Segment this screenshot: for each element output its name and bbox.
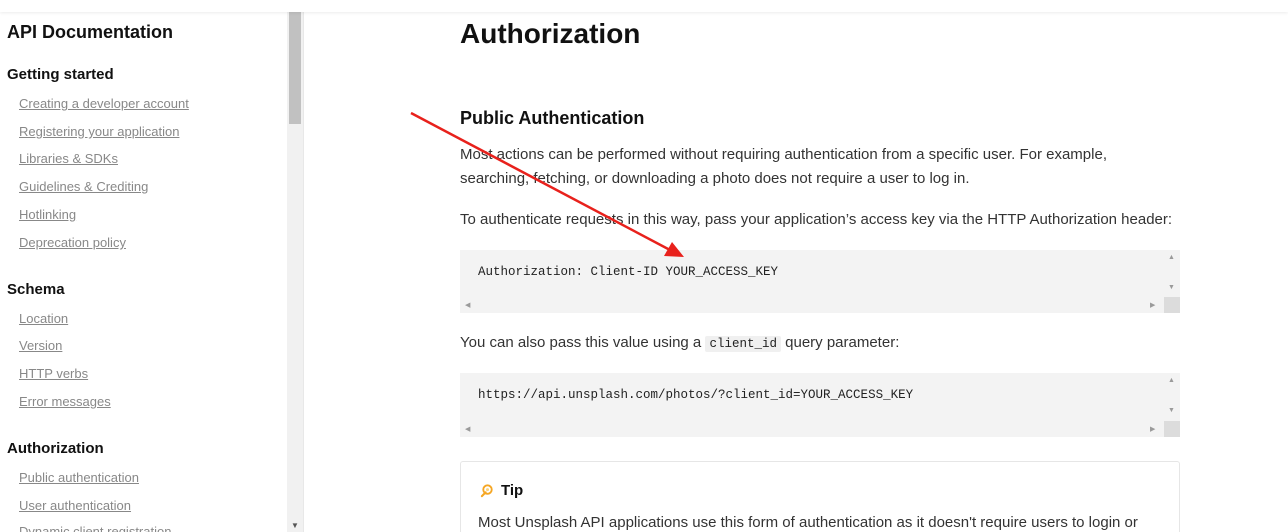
sidebar-link-dynamic-client-registration[interactable]: Dynamic client registration	[19, 524, 171, 532]
code-block-client-id-url: https://api.unsplash.com/photos/?client_…	[460, 373, 1180, 437]
tip-callout: Tip Most Unsplash API applications use t…	[460, 461, 1180, 532]
sidebar-link-error-messages[interactable]: Error messages	[19, 394, 111, 409]
scroll-left-arrow-icon[interactable]: ◀	[465, 301, 470, 309]
sidebar-link-hotlinking[interactable]: Hotlinking	[19, 207, 76, 222]
top-bar	[0, 0, 1288, 12]
code-block-horizontal-scrollbar[interactable]: ◀ ▶	[460, 421, 1164, 437]
paragraph-auth-header: To authenticate requests in this way, pa…	[460, 211, 1173, 228]
sidebar-link-deprecation-policy[interactable]: Deprecation policy	[19, 235, 126, 250]
sidebar-link-creating-developer-account[interactable]: Creating a developer account	[19, 96, 189, 111]
sidebar-title: API Documentation	[7, 22, 174, 42]
sidebar-scrollbar[interactable]: ▼	[287, 0, 303, 532]
tip-body: Most Unsplash API applications use this …	[478, 514, 1138, 531]
sidebar-nav: API Documentation Getting started Creati…	[0, 0, 287, 532]
paragraph-line: Most actions can be performed without re…	[460, 146, 1107, 163]
paragraph-text: You can also pass this value using a	[460, 334, 706, 351]
sidebar-link-public-authentication[interactable]: Public authentication	[19, 470, 139, 485]
sidebar-link-version[interactable]: Version	[19, 338, 62, 353]
inline-code-client-id: client_id	[705, 336, 781, 352]
sidebar-section-schema: Schema	[7, 281, 65, 298]
section-heading: Public Authentication	[460, 108, 645, 128]
tip-title: Tip	[501, 482, 524, 499]
sidebar-scrollbar-thumb[interactable]	[289, 12, 301, 124]
code-text: Authorization: Client-ID YOUR_ACCESS_KEY	[478, 265, 779, 279]
code-block-vertical-scrollbar[interactable]: ▲ ▼	[1164, 373, 1180, 421]
page-title: Authorization	[460, 18, 641, 49]
scroll-down-arrow-icon[interactable]: ▼	[291, 521, 299, 530]
scroll-right-arrow-icon[interactable]: ▶	[1150, 301, 1155, 309]
sidebar-link-guidelines-crediting[interactable]: Guidelines & Crediting	[19, 179, 148, 194]
sidebar-section-getting-started: Getting started	[7, 66, 114, 83]
scrollbar-corner	[1164, 421, 1180, 437]
sidebar-link-user-authentication[interactable]: User authentication	[19, 498, 131, 513]
paragraph-client-id: You can also pass this value using a cli…	[460, 331, 899, 356]
sidebar-link-http-verbs[interactable]: HTTP verbs	[19, 366, 88, 381]
scrollbar-corner	[1164, 297, 1180, 313]
paragraph-public-auth: Most actions can be performed without re…	[460, 143, 1107, 191]
scroll-left-arrow-icon[interactable]: ◀	[465, 425, 470, 433]
paragraph-line: searching, fetching, or downloading a ph…	[460, 170, 970, 187]
scroll-right-arrow-icon[interactable]: ▶	[1150, 425, 1155, 433]
code-text: https://api.unsplash.com/photos/?client_…	[478, 388, 914, 402]
lightbulb-icon	[480, 484, 493, 498]
sidebar-section-authorization: Authorization	[7, 440, 104, 457]
code-block-horizontal-scrollbar[interactable]: ◀ ▶	[460, 297, 1164, 313]
code-block-vertical-scrollbar[interactable]: ▲ ▼	[1164, 250, 1180, 297]
sidebar-divider	[303, 0, 304, 532]
scroll-up-arrow-icon[interactable]: ▲	[1168, 377, 1175, 384]
paragraph-text: query parameter:	[780, 334, 900, 351]
sidebar-link-registering-application[interactable]: Registering your application	[19, 124, 179, 139]
code-block-authorization-header: Authorization: Client-ID YOUR_ACCESS_KEY…	[460, 250, 1180, 313]
scroll-down-arrow-icon[interactable]: ▼	[1168, 407, 1175, 414]
tip-heading: Tip	[480, 482, 523, 499]
scroll-down-arrow-icon[interactable]: ▼	[1168, 284, 1175, 291]
sidebar-link-location[interactable]: Location	[19, 311, 68, 326]
sidebar-link-libraries-sdks[interactable]: Libraries & SDKs	[19, 151, 118, 166]
scroll-up-arrow-icon[interactable]: ▲	[1168, 254, 1175, 261]
